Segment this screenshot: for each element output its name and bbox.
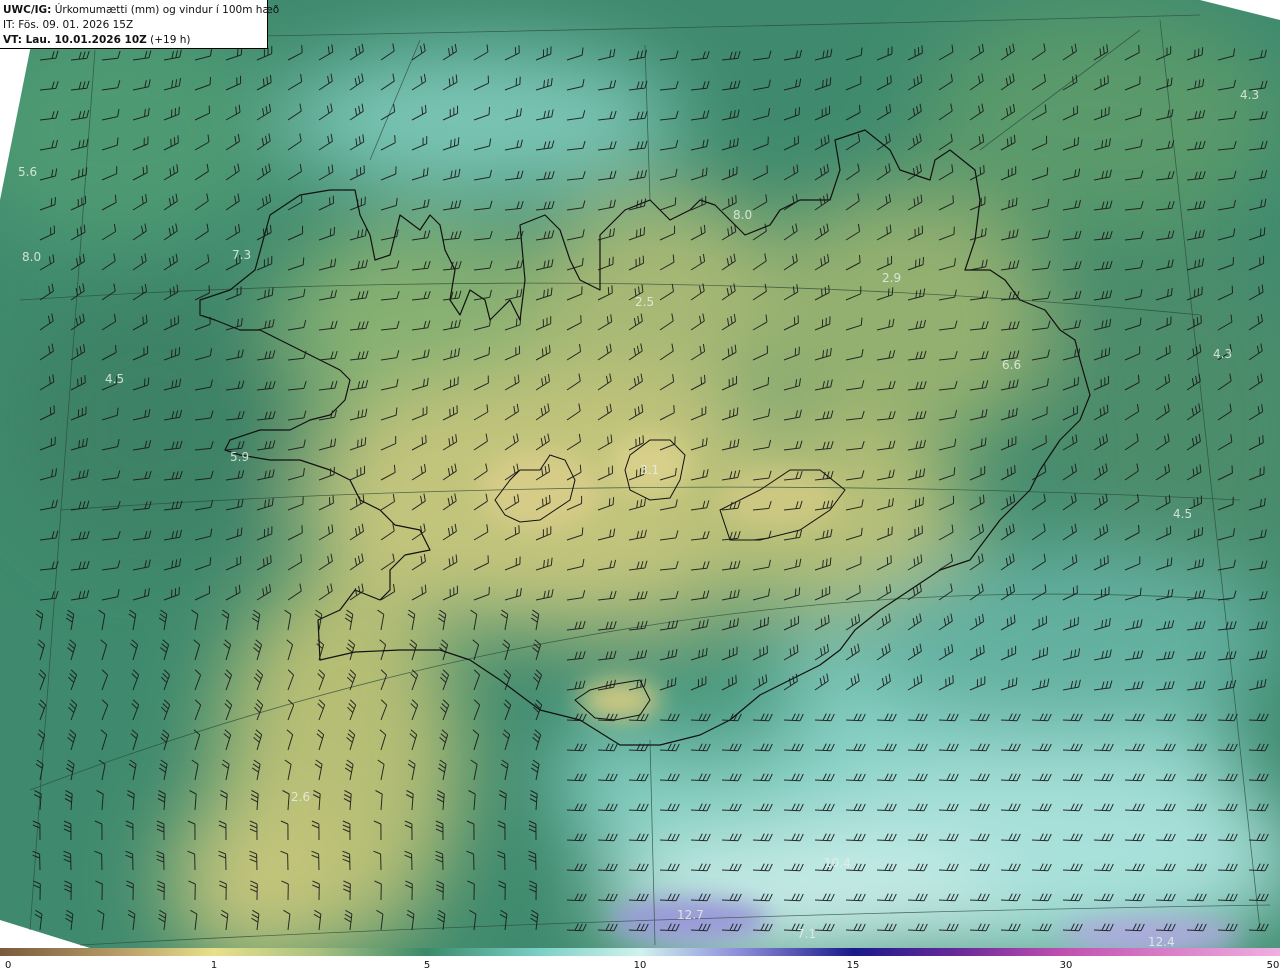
valid-time: VT: Lau. 10.01.2026 10Z — [3, 34, 147, 46]
map-title: Úrkomumætti (mm) og vindur í 100m hæð — [51, 4, 280, 16]
map-value-label: 12.7 — [677, 908, 704, 922]
map-value-label: 8.0 — [22, 250, 42, 264]
forecast-hour: (+19 h) — [146, 34, 191, 46]
map-value-label: 8.0 — [733, 208, 753, 222]
colorbar-tick-label: 15 — [846, 960, 860, 971]
map-value-label: 7.3 — [232, 248, 252, 262]
title-row: UWC/IG: Úrkomumætti (mm) og vindur í 100… — [3, 3, 279, 18]
colorbar-tick-label: 5 — [423, 960, 431, 971]
colorbar-tick-label: 30 — [1059, 960, 1073, 971]
map-value-label: 2.6 — [291, 790, 311, 804]
colorbar-tick-label: 1 — [210, 960, 218, 971]
map-value-label: 6.6 — [1002, 358, 1022, 372]
map-value-label: 4.5 — [105, 372, 125, 386]
colorbar-tick-label: 50 — [1266, 960, 1280, 971]
map-value-label: 3.1 — [640, 463, 660, 477]
map-value-label: 4.5 — [1173, 507, 1193, 521]
map-value-label: 7.1 — [797, 927, 817, 941]
colorbar-ticks: 0 1 5 10 15 30 50 — [0, 960, 1280, 978]
map-value-label: 12.4 — [1148, 935, 1175, 949]
valid-time-row: VT: Lau. 10.01.2026 10Z (+19 h) — [3, 33, 267, 48]
precipitation-colorbar — [0, 948, 1280, 956]
map-value-label: 5.6 — [18, 165, 38, 179]
map-value-label: 5.9 — [230, 450, 250, 464]
map-value-label: 2.5 — [635, 295, 655, 309]
map-value-label: 10.4 — [824, 856, 851, 870]
colorbar-tick-label: 0 — [5, 960, 12, 971]
map-value-label: 4.3 — [1240, 88, 1260, 102]
model-code: UWC/IG: — [3, 4, 52, 16]
initial-time: IT: Fös. 09. 01. 2026 15Z — [3, 19, 134, 31]
map-value-label: 4.3 — [1213, 347, 1233, 361]
colorbar-tick-label: 10 — [633, 960, 647, 971]
map-value-label: 2.9 — [882, 271, 902, 285]
map-header: UWC/IG: Úrkomumætti (mm) og vindur í 100… — [0, 0, 279, 49]
